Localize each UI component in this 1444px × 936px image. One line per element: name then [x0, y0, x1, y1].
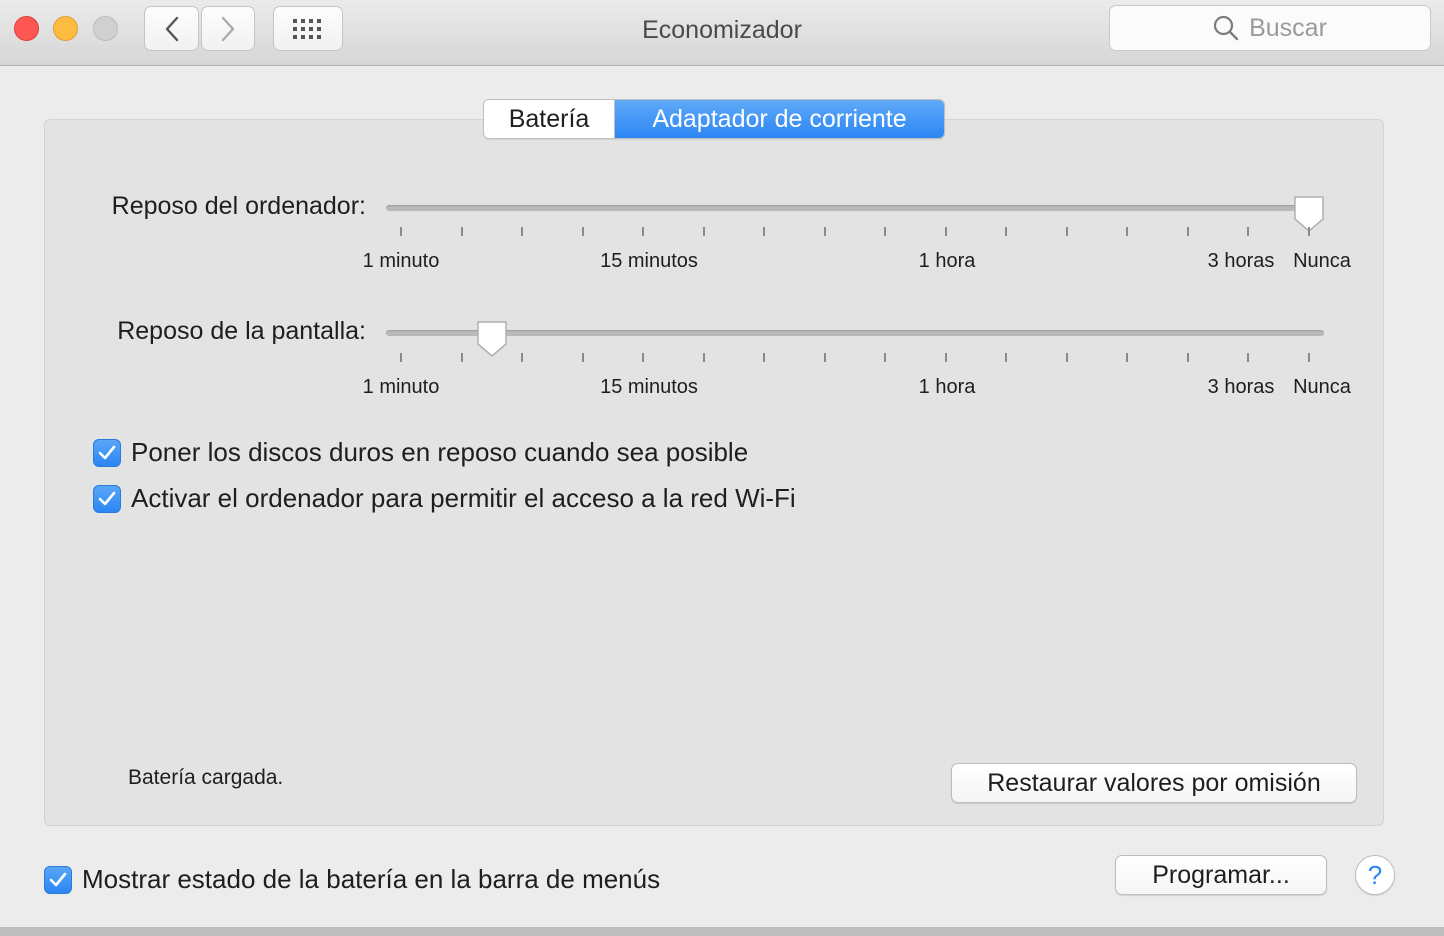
search-icon: [1213, 15, 1239, 41]
window-bottom-edge: [0, 927, 1444, 936]
slider-tick: [1126, 227, 1129, 236]
checkmark-icon: [49, 872, 67, 886]
slider-tick: [581, 227, 584, 236]
checkmark-icon: [98, 445, 116, 459]
hard-disk-sleep-label: Poner los discos duros en reposo cuando …: [131, 437, 749, 467]
slider-tick: [823, 353, 826, 362]
restore-defaults-button[interactable]: Restaurar valores por omisión: [951, 763, 1357, 803]
battery-status: Batería cargada.: [128, 766, 284, 789]
slider-tick: [400, 353, 402, 362]
slider-tick: [1247, 353, 1250, 362]
wake-wifi-option[interactable]: Activar el ordenador para permitir el ac…: [93, 483, 796, 514]
wake-wifi-label: Activar el ordenador para permitir el ac…: [131, 483, 796, 513]
slider-tick: [823, 227, 826, 236]
computer-sleep-label: Reposo del ordenador:: [111, 192, 366, 220]
slider-tick: [581, 353, 584, 362]
display-sleep-scale-never: Nunca: [1293, 376, 1351, 398]
display-sleep-thumb[interactable]: [475, 320, 509, 358]
wake-wifi-checkbox[interactable]: [93, 484, 121, 513]
tab-power-adapter[interactable]: Adaptador de corriente: [615, 100, 944, 138]
slider-tick: [642, 353, 645, 362]
slider-tick: [763, 353, 766, 362]
slider-tick: [1308, 353, 1310, 362]
slider-tick: [1247, 227, 1250, 236]
computer-sleep-scale-1min: 1 minuto: [362, 250, 440, 272]
tab-battery[interactable]: Batería: [484, 100, 615, 138]
computer-sleep-scale-1h: 1 hora: [918, 250, 976, 272]
help-icon: ?: [1367, 859, 1383, 890]
computer-sleep-scale-3h: 3 horas: [1207, 250, 1275, 272]
slider-tick: [702, 353, 705, 362]
slider-tick: [944, 227, 947, 236]
display-sleep-scale-3h: 3 horas: [1207, 376, 1275, 398]
slider-tick: [460, 227, 463, 236]
search-field[interactable]: Buscar: [1109, 5, 1431, 51]
slider-tick: [521, 227, 524, 236]
slider-tick: [1065, 227, 1068, 236]
slider-tick: [521, 353, 524, 362]
slider-tick: [400, 227, 402, 236]
slider-tick: [1065, 353, 1068, 362]
slider-tick: [944, 353, 947, 362]
display-sleep-scale-1h: 1 hora: [918, 376, 976, 398]
computer-sleep-scale-15min: 15 minutos: [600, 250, 698, 272]
computer-sleep-track[interactable]: [386, 205, 1324, 211]
show-battery-status-checkbox[interactable]: [44, 865, 72, 894]
slider-tick: [1126, 353, 1129, 362]
slider-tick: [1186, 227, 1189, 236]
checkmark-icon: [98, 491, 116, 505]
display-sleep-label: Reposo de la pantalla:: [117, 317, 366, 345]
slider-tick: [460, 353, 463, 362]
slider-tick: [884, 353, 887, 362]
display-sleep-scale-1min: 1 minuto: [362, 376, 440, 398]
slider-tick: [1005, 227, 1008, 236]
slider-tick: [1005, 353, 1008, 362]
slider-tick: [1186, 353, 1189, 362]
tab-group: Batería Adaptador de corriente: [483, 99, 945, 139]
slider-tick: [763, 227, 766, 236]
display-sleep-track[interactable]: [386, 330, 1324, 336]
search-placeholder: Buscar: [1249, 13, 1327, 42]
hard-disk-sleep-option[interactable]: Poner los discos duros en reposo cuando …: [93, 437, 748, 468]
title-bar: Economizador Buscar: [0, 0, 1444, 66]
slider-tick: [642, 227, 645, 236]
show-battery-status-option[interactable]: Mostrar estado de la batería en la barra…: [44, 864, 660, 895]
help-button[interactable]: ?: [1355, 855, 1395, 895]
settings-panel: [44, 119, 1384, 826]
computer-sleep-scale-never: Nunca: [1293, 250, 1351, 272]
slider-tick: [702, 227, 705, 236]
display-sleep-scale-15min: 15 minutos: [600, 376, 698, 398]
schedule-button[interactable]: Programar...: [1115, 855, 1327, 895]
slider-tick: [884, 227, 887, 236]
hard-disk-sleep-checkbox[interactable]: [93, 438, 121, 467]
show-battery-status-label: Mostrar estado de la batería en la barra…: [82, 864, 661, 894]
slider-tick: [1308, 227, 1310, 236]
